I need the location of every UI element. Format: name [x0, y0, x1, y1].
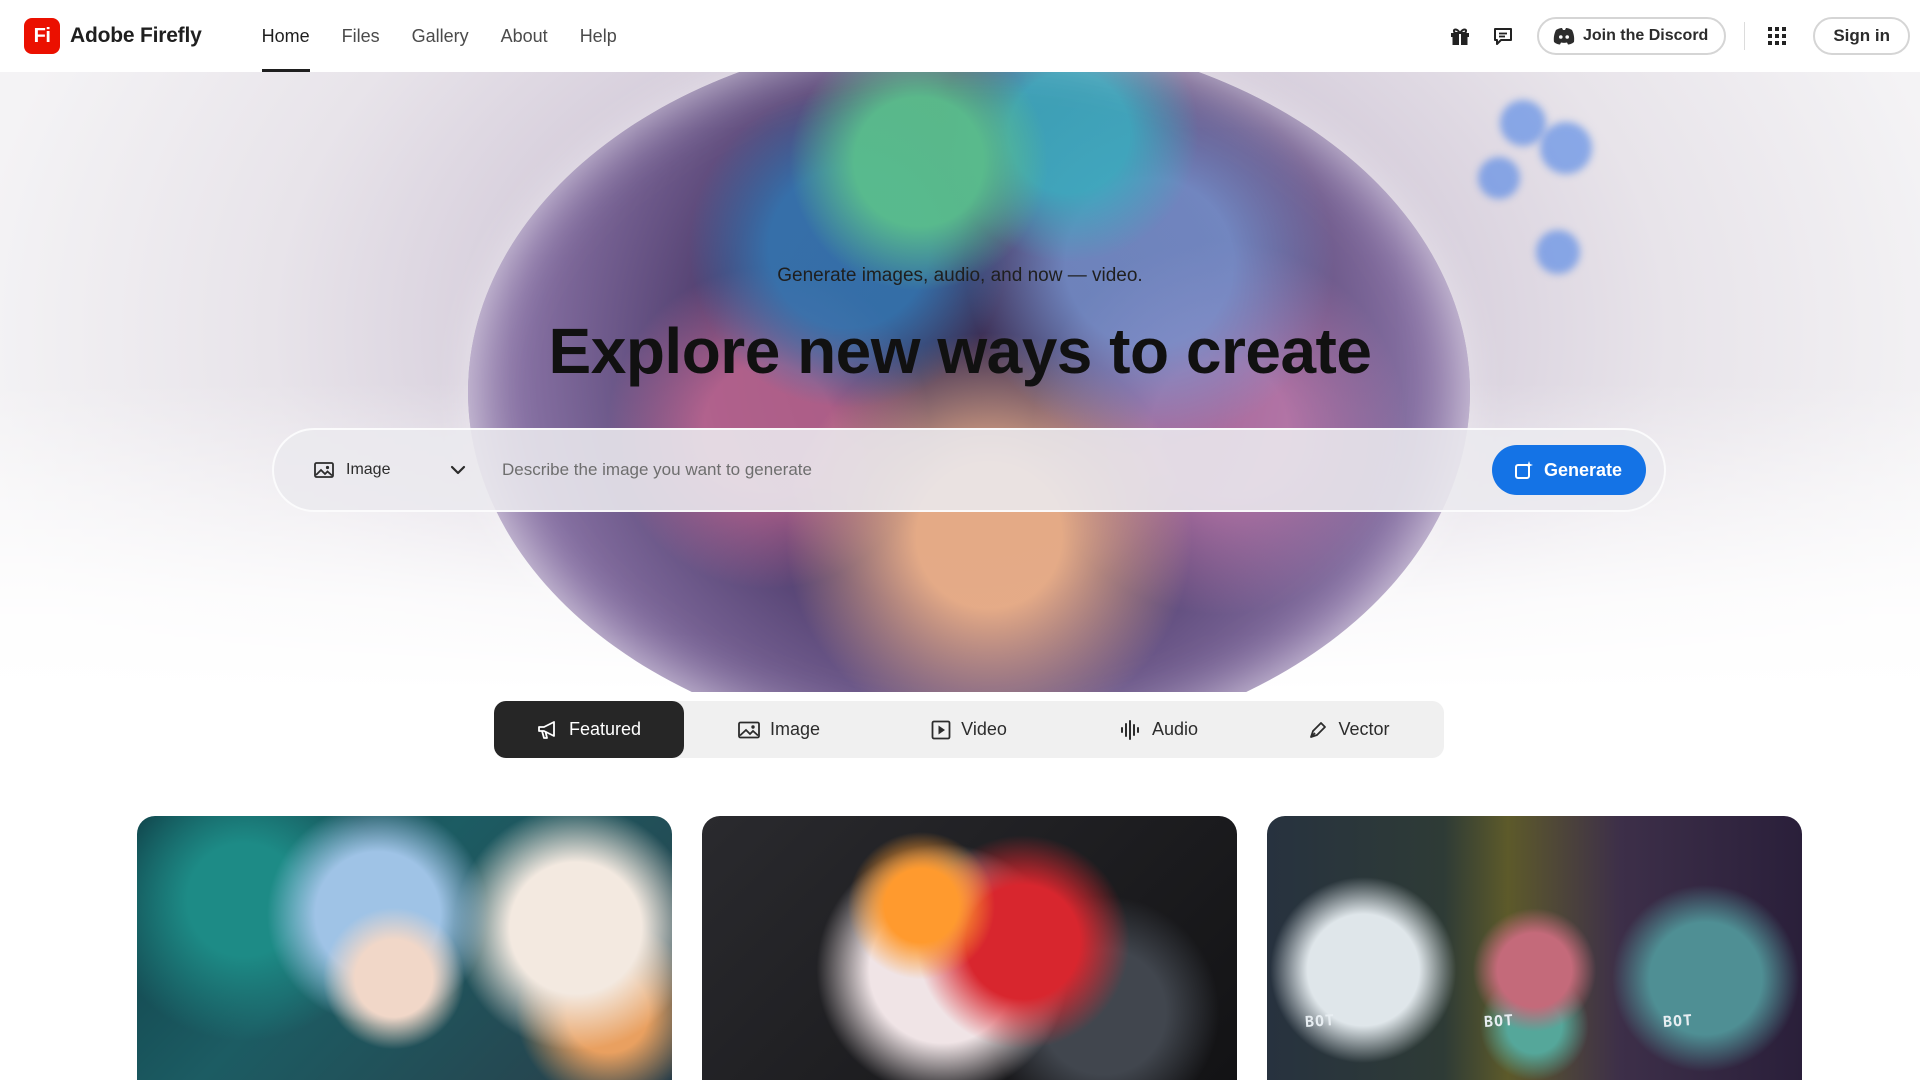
- tab-image-label: Image: [769, 719, 821, 739]
- gallery-card-robots[interactable]: BOT BOT BOT: [1267, 816, 1802, 1080]
- hero-bokeh-light: [1540, 122, 1592, 174]
- header-actions: Join the Discord Sign in: [1433, 17, 1910, 55]
- image-icon: [738, 721, 760, 738]
- chat-bubble-icon[interactable]: [1487, 20, 1519, 52]
- prompt-input[interactable]: [502, 448, 1492, 492]
- tab-audio-label: Audio: [1151, 719, 1199, 739]
- hero-title: Explore new ways to create: [548, 315, 1372, 387]
- join-discord-button[interactable]: Join the Discord: [1536, 17, 1727, 55]
- main-nav: Home Files Gallery About Help: [261, 0, 649, 72]
- top-header: Fi Adobe Firefly Home Files Gallery Abou…: [0, 0, 1920, 72]
- app-name[interactable]: Adobe Firefly: [70, 24, 202, 48]
- nav-item-files[interactable]: Files: [342, 0, 380, 72]
- pen-icon: [1310, 721, 1327, 738]
- app-grid-icon[interactable]: [1761, 20, 1793, 52]
- tab-video-label: Video: [961, 719, 1007, 739]
- robot-label: BOT: [1304, 1010, 1336, 1032]
- nav-item-home[interactable]: Home: [261, 0, 310, 72]
- nav-item-about[interactable]: About: [501, 0, 548, 72]
- tab-featured[interactable]: Featured: [494, 701, 684, 758]
- hero-subtitle: Generate images, audio, and now — video.: [777, 265, 1143, 286]
- generate-label: Generate: [1543, 459, 1622, 480]
- gallery-card-parrot[interactable]: [702, 816, 1237, 1080]
- tab-vector-label: Vector: [1338, 719, 1390, 739]
- gallery-card-portrait[interactable]: [137, 816, 672, 1080]
- hero-bokeh-light: [1500, 100, 1546, 146]
- tab-audio[interactable]: Audio: [1064, 701, 1254, 758]
- nav-item-gallery[interactable]: Gallery: [412, 0, 469, 72]
- robot-label: BOT: [1483, 1010, 1515, 1032]
- hero-bokeh-light: [1478, 157, 1520, 199]
- hero-section: Generate images, audio, and now — video.…: [0, 72, 1920, 692]
- robot-label: BOT: [1662, 1010, 1694, 1032]
- brand[interactable]: Fi Adobe Firefly: [24, 18, 202, 54]
- chevron-down-icon: [450, 465, 466, 475]
- category-tabs: Featured Image Video Audio Vector: [494, 701, 1444, 758]
- generation-type-dropdown[interactable]: Image: [314, 461, 466, 479]
- generate-button[interactable]: Generate: [1491, 445, 1646, 495]
- prompt-bar: Image Generate: [272, 428, 1666, 512]
- gift-icon[interactable]: [1444, 20, 1476, 52]
- discord-icon: [1553, 28, 1575, 45]
- firefly-logo[interactable]: Fi: [24, 18, 60, 54]
- tab-image[interactable]: Image: [684, 701, 874, 758]
- audio-wave-icon: [1120, 719, 1139, 740]
- header-divider: [1744, 22, 1746, 50]
- play-icon: [931, 720, 951, 739]
- tab-featured-label: Featured: [568, 719, 642, 739]
- tab-vector[interactable]: Vector: [1254, 701, 1444, 758]
- megaphone-icon: [538, 720, 555, 739]
- sign-in-button[interactable]: Sign in: [1813, 17, 1910, 55]
- nav-item-help[interactable]: Help: [580, 0, 617, 72]
- image-icon: [314, 462, 334, 478]
- tab-video[interactable]: Video: [874, 701, 1064, 758]
- generate-sparkle-icon: [1514, 461, 1533, 479]
- join-discord-label: Join the Discord: [1582, 27, 1709, 44]
- generation-type-label: Image: [346, 461, 391, 478]
